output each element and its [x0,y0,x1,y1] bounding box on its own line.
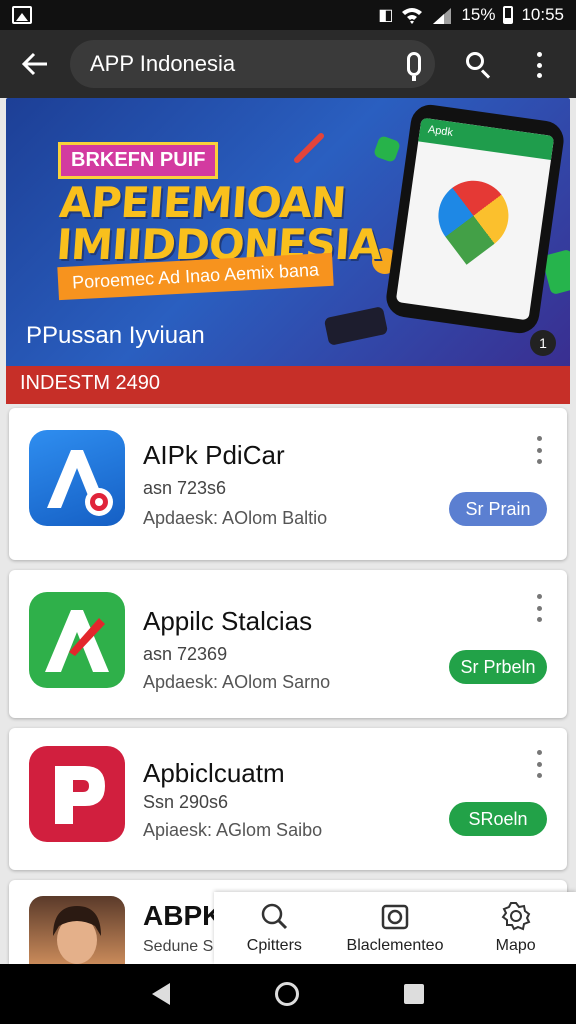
install-button[interactable]: Sr Prain [449,492,547,526]
app-size: asn 723s6 [143,478,227,498]
battery-percent: 15% [461,5,496,24]
banner-page-indicator: 1 [530,330,556,356]
app-title: Apbiclcuatm [143,758,285,788]
system-nav-bar [0,964,576,1024]
camera-icon [381,904,409,930]
app-card[interactable]: Appilc Stalcias asn 72369 Apdaesk: AOlom… [9,570,567,718]
signal-icon [433,8,452,24]
banner-tag: BRKEFN PUIF [58,142,219,179]
back-button[interactable] [0,30,70,98]
date-strip: INDESTM 2490 [6,366,570,404]
app-size: Ssn 290s6 [143,792,229,812]
app-developer: Apdaesk: AOlom Baltio [143,508,328,528]
app-size: asn 72369 [143,644,228,664]
app-icon [29,592,125,688]
battery-icon [503,6,514,24]
install-button[interactable]: SRoeln [449,802,547,836]
search-button[interactable] [462,48,496,82]
banner-headline: APEIEMIOAN IMIIDDONESIA [54,178,383,269]
app-title: ABPK [143,900,223,931]
app-card[interactable]: Apbiclcuatm Ssn 290s6 Apiaesk: AGlom Sai… [9,728,567,870]
clock: 10:55 [521,5,564,24]
app-card[interactable]: AIPk PdiCar asn 723s6 Apdaesk: AOlom Bal… [9,408,567,560]
app-bar: APP Indonesia [0,30,576,98]
promo-banner[interactable]: BRKEFN PUIF APEIEMIOAN IMIIDDONESIA Poro… [6,98,570,378]
app-developer: Apiaesk: AGlom Saibo [143,820,323,840]
banner-caption: PPussan Iyviuan [26,322,205,349]
app-menu-button[interactable] [535,594,543,622]
app-icon [29,746,125,842]
letter-p-logo-icon [55,766,105,824]
install-button[interactable]: Sr Prbeln [449,650,547,684]
tray-item-camera[interactable]: Blaclementeo [335,892,456,964]
nav-home-button[interactable] [274,982,299,1006]
search-icon [466,52,484,70]
app-developer: Apdaesk: AOlom Sarno [143,672,331,692]
tray-item-settings[interactable]: Mapo [455,892,576,964]
app-size: Sedune Sa [143,938,223,955]
search-icon [262,903,288,930]
status-bar: ◧ 15% 10:55 [0,0,576,30]
letter-a-logo-icon [47,450,113,516]
tray-item-search[interactable]: Cpitters [214,892,335,964]
nav-recents-button[interactable] [403,984,424,1004]
search-input[interactable]: APP Indonesia [70,40,435,88]
search-query-text: APP Indonesia [90,51,236,76]
app-menu-button[interactable] [535,436,543,464]
app-title: AIPk PdiCar [143,440,285,470]
app-menu-button[interactable] [535,750,543,778]
nfc-icon: ◧ [378,7,394,24]
letter-a-logo-icon [45,610,109,672]
person-photo-icon [53,906,101,964]
arrow-left-icon [21,52,47,76]
maps-logo-icon [424,166,523,265]
overflow-menu-button[interactable] [526,50,552,80]
phone-illustration: Apdk [383,102,567,336]
gallery-notification-icon [12,6,32,24]
nav-back-button[interactable] [152,983,171,1005]
bottom-tray: Cpitters Blaclementeo Mapo [214,892,576,964]
wifi-icon [402,8,423,24]
gear-icon [501,902,531,931]
app-icon [29,896,125,964]
mic-icon[interactable] [407,52,421,81]
app-title: Appilc Stalcias [143,606,313,636]
app-icon [29,430,125,526]
